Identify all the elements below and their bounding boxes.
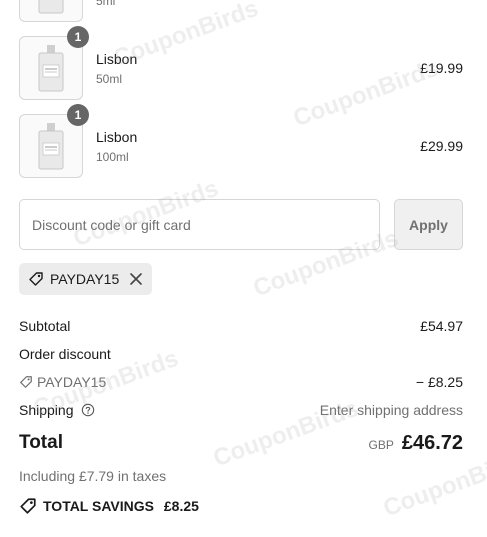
help-circle-icon[interactable] [81,403,95,417]
item-name: Lisbon [96,51,138,67]
close-icon[interactable] [128,271,144,287]
tag-icon [20,375,32,388]
discount-value: − £8.25 [415,374,463,390]
perfume-bottle-icon [38,45,64,92]
perfume-bottle-icon [38,123,64,170]
tag-icon [29,272,43,286]
total-value: £46.72 [401,432,463,454]
savings-value: £8.25 [163,498,199,514]
discount-code-line: PAYDAY15 [19,374,106,390]
quantity-badge: 1 [67,104,89,126]
shipping-label: Shipping [19,402,74,418]
item-variant: 100ml [96,150,129,164]
line-item: 1 Lisbon 100ml £29.99 [19,104,463,178]
shipping-line: Shipping [19,402,95,418]
item-variant: 5ml [96,0,116,8]
order-summary: 5ml 1 Lisbon 50ml £19.99 1 Lisbon 100ml … [0,0,487,537]
subtotal-value: £54.97 [420,318,463,334]
order-discount-label: Order discount [19,346,111,362]
savings-label: TOTAL SAVINGS [43,498,154,514]
total-amount-group: GBP £46.72 [368,432,463,455]
applied-discount-code: PAYDAY15 [50,271,120,287]
item-variant: 50ml [96,72,123,86]
line-item: 5ml [19,0,463,22]
savings-tag-icon [20,498,36,514]
total-row: Total GBP £46.72 [19,432,463,458]
taxes-note: Including £7.79 in taxes [19,468,167,484]
line-item: 1 Lisbon 50ml £19.99 [19,26,463,100]
product-thumbnail [19,0,83,22]
quantity-badge: 1 [67,26,89,48]
discount-code-text: PAYDAY15 [37,374,107,390]
apply-button[interactable]: Apply [394,199,463,250]
item-price: £29.99 [420,138,463,154]
subtotal-label: Subtotal [19,318,71,334]
total-label: Total [19,432,63,453]
discount-code-input[interactable] [19,199,380,250]
currency-code: GBP [368,438,394,452]
item-name: Lisbon [96,129,138,145]
item-price: £19.99 [420,60,463,76]
perfume-bottle-icon [38,0,64,14]
shipping-value: Enter shipping address [319,402,463,418]
applied-discount-chip: PAYDAY15 [19,263,152,295]
savings-line: TOTAL SAVINGS £8.25 [19,498,199,515]
